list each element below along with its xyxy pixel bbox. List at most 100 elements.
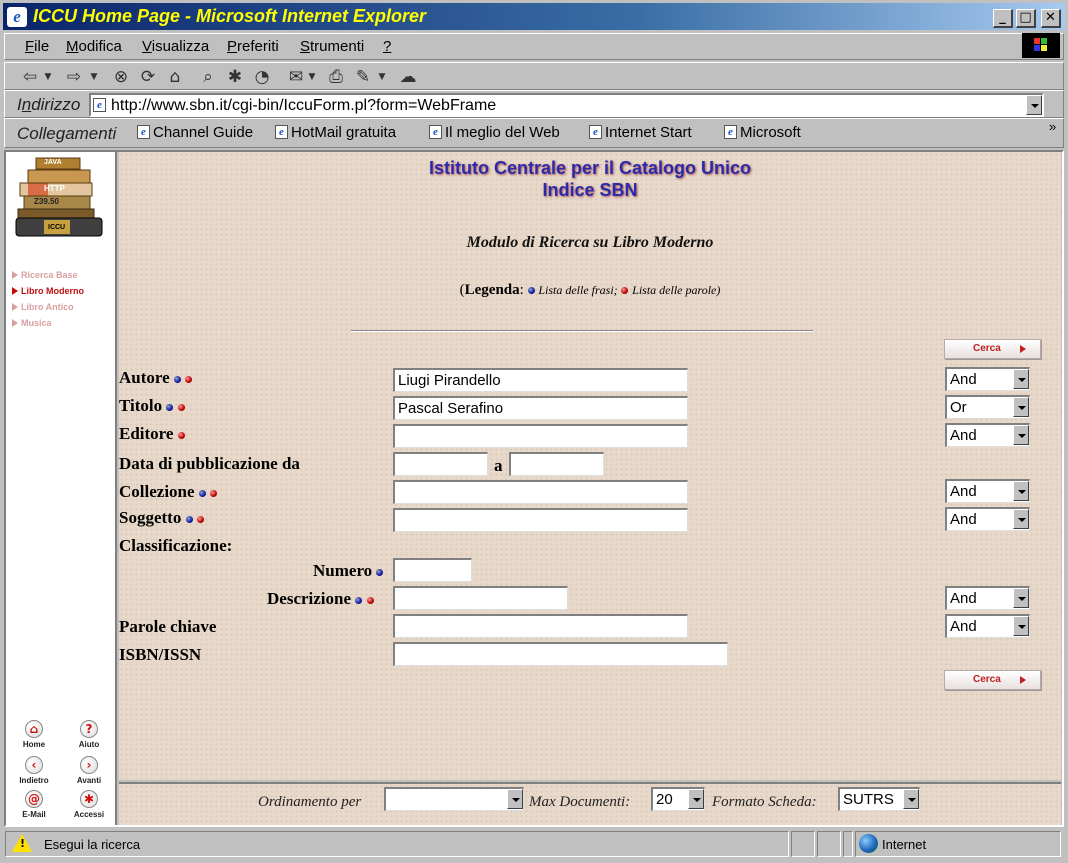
title-bar: e ICCU Home Page - Microsoft Internet Ex…: [3, 3, 1065, 30]
data-from-input[interactable]: [393, 452, 488, 476]
logo-http: HTTP: [44, 184, 65, 193]
mail-dropdown-icon[interactable]: ▼: [305, 66, 319, 88]
help-icon: ?: [80, 720, 98, 738]
menu-visualizza[interactable]: Visualizza: [142, 38, 209, 55]
chevron-down-icon: [1013, 481, 1029, 501]
descrizione-label: Descrizione: [267, 589, 374, 609]
back-dropdown-icon[interactable]: ▼: [41, 66, 55, 88]
accessi-button[interactable]: ✱ Accessi: [69, 790, 109, 819]
descrizione-input[interactable]: [393, 586, 568, 610]
address-url: http://www.sbn.it/cgi-bin/IccuForm.pl?fo…: [111, 97, 497, 114]
links-label: Collegamenti: [17, 124, 117, 143]
collezione-input[interactable]: [393, 480, 688, 504]
ie-icon[interactable]: e: [7, 7, 27, 27]
links-chevron-icon[interactable]: »: [1049, 119, 1056, 134]
titolo-input[interactable]: Pascal Serafino: [393, 396, 688, 420]
data-to-input[interactable]: [509, 452, 604, 476]
favorites-icon[interactable]: ✱: [224, 66, 246, 88]
link-internet-start[interactable]: Internet Start: [605, 124, 692, 141]
history-icon[interactable]: ◔: [251, 66, 273, 88]
titolo-operator-select[interactable]: Or: [945, 395, 1030, 419]
print-icon[interactable]: ⎙: [325, 66, 347, 88]
indietro-button[interactable]: ‹ Indietro: [14, 756, 54, 785]
discuss-icon[interactable]: ☁: [397, 66, 419, 88]
autore-operator-select[interactable]: And: [945, 367, 1030, 391]
search-icon[interactable]: ⌕: [197, 66, 219, 88]
phrases-dot-icon: [527, 287, 535, 295]
editore-operator-select[interactable]: And: [945, 423, 1030, 447]
address-label: Indirizzo: [17, 95, 81, 114]
status-panel: [791, 831, 815, 857]
edit-dropdown-icon[interactable]: ▼: [375, 66, 389, 88]
ordinamento-select[interactable]: [384, 787, 524, 811]
aiuto-button[interactable]: ? Aiuto: [69, 720, 109, 749]
forward-icon[interactable]: ⇨: [63, 66, 85, 88]
forward-dropdown-icon[interactable]: ▼: [87, 66, 101, 88]
parole-operator-select[interactable]: And: [945, 614, 1030, 638]
link-meglio-del-web[interactable]: Il meglio del Web: [445, 124, 560, 141]
menu-help[interactable]: ?: [383, 38, 391, 55]
maximize-button[interactable]: □: [1016, 9, 1036, 28]
menu-preferiti[interactable]: Preferiti: [227, 38, 279, 55]
link-microsoft[interactable]: Microsoft: [740, 124, 801, 141]
soggetto-input[interactable]: [393, 508, 688, 532]
menu-strumenti[interactable]: Strumenti: [300, 38, 364, 55]
isbn-input[interactable]: [393, 642, 728, 666]
link-page-icon: e: [275, 125, 288, 139]
parole-input[interactable]: [393, 614, 688, 638]
isbn-label: ISBN/ISSN: [119, 645, 202, 664]
collezione-operator-select[interactable]: And: [945, 479, 1030, 503]
form-title: Modulo di Ricerca su Libro Moderno: [466, 234, 714, 251]
refresh-icon[interactable]: ⟳: [137, 66, 159, 88]
mail-icon[interactable]: ✉: [285, 66, 307, 88]
nav-libro-moderno[interactable]: Libro Moderno: [12, 286, 84, 296]
menu-modifica[interactable]: Modifica: [66, 38, 122, 55]
formato-scheda-select[interactable]: SUTRS: [838, 787, 920, 811]
standard-toolbar: ⇦ ▼ ⇨ ▼ ⊗ ⟳ ⌂ ⌕ ✱ ◔ ✉ ▼ ⎙ ✎ ▼ ☁: [4, 62, 1064, 90]
home-icon[interactable]: ⌂: [164, 66, 186, 88]
back-icon[interactable]: ⇦: [19, 66, 41, 88]
chevron-down-icon: [507, 789, 523, 809]
parole-label: Parole chiave: [119, 617, 217, 636]
autore-input[interactable]: Liugi Pirandello: [393, 368, 688, 392]
home-nav-icon: ⌂: [25, 720, 43, 738]
soggetto-operator-select[interactable]: And: [945, 507, 1030, 531]
nav-libro-antico[interactable]: Libro Antico: [12, 302, 74, 312]
words-dot-icon: [621, 287, 629, 295]
bottom-options-frame: Ordinamento per Max Documenti: 20 Format…: [119, 782, 1061, 825]
link-hotmail[interactable]: HotMail gratuita: [291, 124, 396, 141]
stop-icon[interactable]: ⊗: [110, 66, 132, 88]
nav-ricerca-base[interactable]: Ricerca Base: [12, 270, 78, 280]
numero-input[interactable]: [393, 558, 472, 582]
home-button[interactable]: ⌂ Home: [14, 720, 54, 749]
status-text: Esegui la ricerca: [44, 837, 141, 852]
descrizione-operator-select[interactable]: And: [945, 586, 1030, 610]
close-button[interactable]: ✕: [1041, 9, 1061, 28]
edit-icon[interactable]: ✎: [352, 66, 374, 88]
chevron-down-icon: [1013, 397, 1029, 417]
menu-bar: File Modifica Visualizza Preferiti Strum…: [4, 33, 1064, 60]
cerca-button-bottom[interactable]: Cerca: [944, 670, 1041, 690]
max-documenti-select[interactable]: 20: [651, 787, 705, 811]
avanti-button[interactable]: › Avanti: [69, 756, 109, 785]
institute-title: Istituto Centrale per il Catalogo Unico: [428, 158, 752, 178]
logo-java: JAVA: [44, 159, 62, 166]
address-input[interactable]: e http://www.sbn.it/cgi-bin/IccuForm.pl?…: [89, 93, 1044, 117]
email-button[interactable]: @ E-Mail: [14, 790, 54, 819]
data-sep-label: a: [494, 456, 503, 475]
index-title: Indice SBN: [542, 180, 638, 200]
menu-file[interactable]: File: [25, 38, 49, 55]
formato-scheda-label: Formato Scheda:: [712, 794, 817, 810]
accessi-icon: ✱: [80, 790, 98, 808]
divider: [351, 330, 813, 332]
cerca-button-top[interactable]: Cerca: [944, 339, 1041, 359]
link-channel-guide[interactable]: Channel Guide: [153, 124, 253, 141]
minimize-button[interactable]: _: [993, 9, 1013, 28]
status-bar: ! Esegui la ricerca Internet: [3, 829, 1065, 860]
address-dropdown-icon[interactable]: [1026, 95, 1042, 115]
chevron-down-icon: [1013, 588, 1029, 608]
nav-musica[interactable]: Musica: [12, 318, 52, 328]
max-documenti-label: Max Documenti:: [529, 794, 631, 810]
editore-input[interactable]: [393, 424, 688, 448]
chevron-down-icon: [1013, 509, 1029, 529]
